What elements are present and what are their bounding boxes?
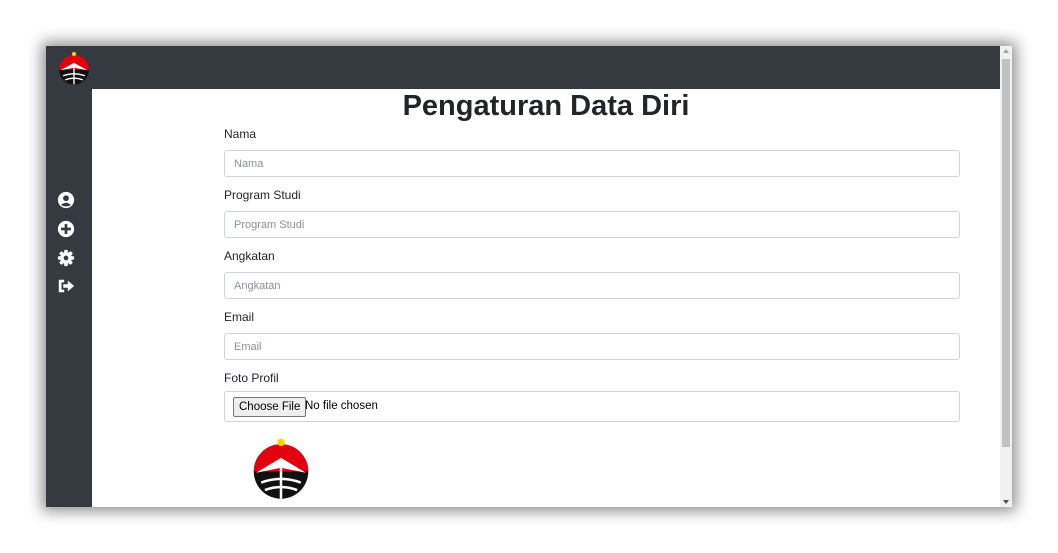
program-studi-label: Program Studi xyxy=(224,188,301,202)
choose-file-button[interactable]: Choose File xyxy=(233,397,307,417)
nama-label: Nama xyxy=(224,127,257,141)
user-circle-icon[interactable] xyxy=(57,191,75,209)
sidebar xyxy=(46,89,92,507)
angkatan-label: Angkatan xyxy=(224,249,275,263)
scroll-down-arrow-icon[interactable] xyxy=(1003,500,1009,504)
nama-input[interactable] xyxy=(224,150,960,177)
top-navbar xyxy=(46,46,1000,89)
email-label: Email xyxy=(224,310,255,324)
foto-profil-file-input[interactable]: Choose File No file chosen xyxy=(224,391,960,422)
program-studi-input[interactable] xyxy=(224,211,960,238)
upi-logo-icon[interactable] xyxy=(57,51,91,87)
gear-icon[interactable] xyxy=(57,249,75,267)
angkatan-input[interactable] xyxy=(224,272,960,299)
page-title: Pengaturan Data Diri xyxy=(402,90,690,122)
upi-logo-icon xyxy=(253,438,309,499)
scrollbar-thumb[interactable] xyxy=(1002,59,1010,447)
main-content: Pengaturan Data Diri Nama Program Studi … xyxy=(92,89,1000,507)
file-status-text: No file chosen xyxy=(305,400,378,412)
app-window: Pengaturan Data Diri Nama Program Studi … xyxy=(46,46,1012,507)
vertical-scrollbar[interactable] xyxy=(1000,46,1012,507)
scroll-up-arrow-icon[interactable] xyxy=(1003,49,1009,53)
email-input[interactable] xyxy=(224,333,960,360)
foto-profil-label: Foto Profil xyxy=(224,371,279,385)
plus-circle-icon[interactable] xyxy=(57,220,75,238)
sign-out-icon[interactable] xyxy=(57,277,75,295)
